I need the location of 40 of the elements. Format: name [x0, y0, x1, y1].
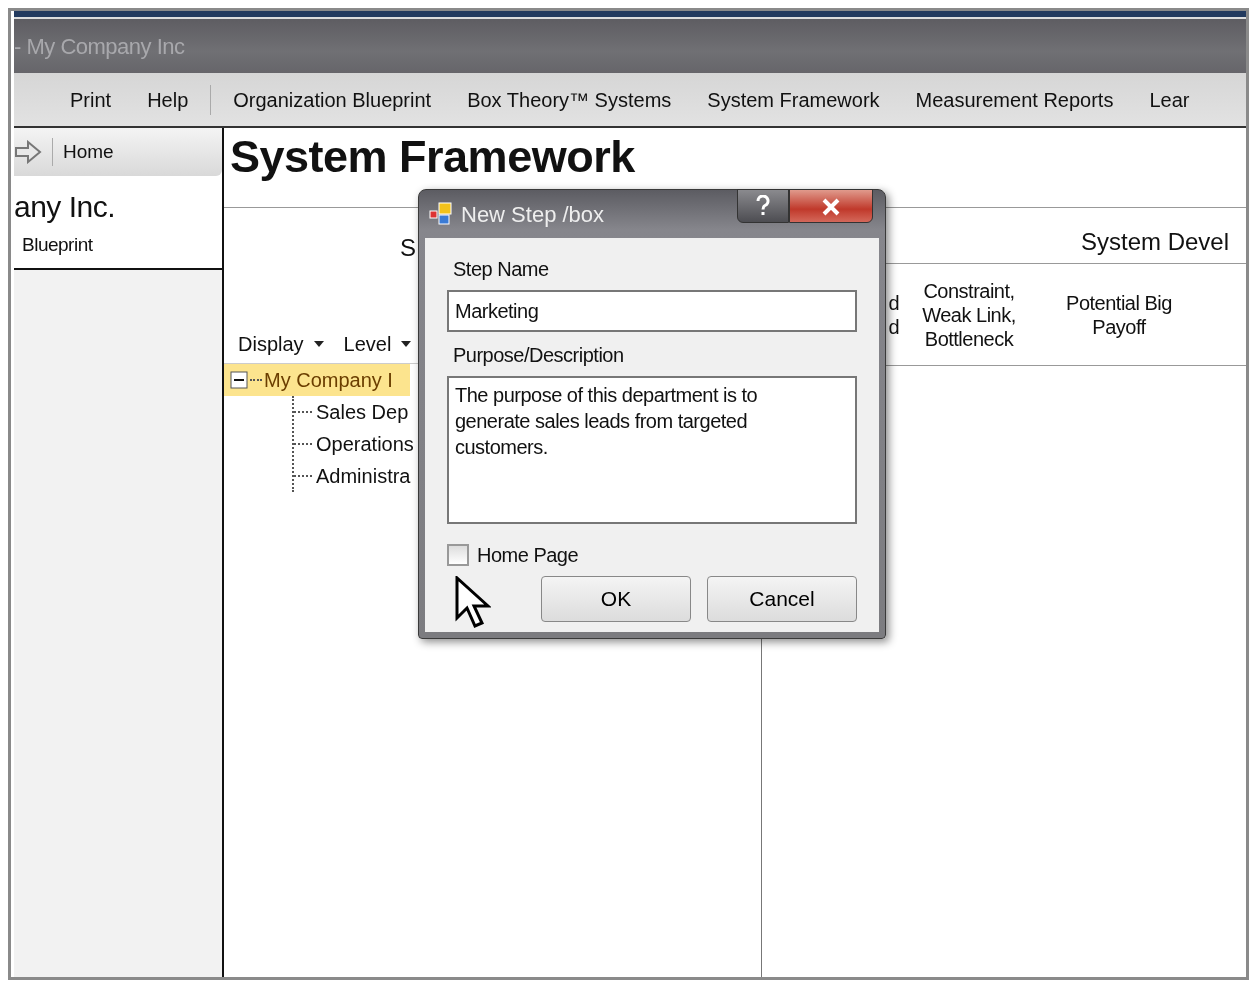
checkbox[interactable]	[447, 544, 469, 566]
collapse-icon[interactable]	[230, 371, 248, 389]
menu-item[interactable]: Lear	[1131, 84, 1208, 115]
checkbox-label: Home Page	[477, 543, 579, 568]
menu-item[interactable]: Help	[129, 84, 207, 115]
close-button[interactable]	[789, 189, 873, 223]
tree-item[interactable]: Operations	[316, 429, 414, 459]
text-area[interactable]: The purpose of this department is to generate sales leads from targeted customers.	[447, 376, 857, 524]
section-heading: S	[400, 234, 416, 261]
column-header: d d	[887, 290, 899, 339]
ok-button[interactable]: OK	[541, 576, 691, 622]
page-title: System Framework	[230, 131, 635, 182]
dropdown-label[interactable]: Level	[343, 328, 392, 359]
menu-item[interactable]: System Framework	[689, 84, 898, 115]
home-link[interactable]: Home	[63, 137, 114, 167]
section-heading: System Devel	[1081, 228, 1230, 255]
caret-icon[interactable]	[401, 340, 412, 347]
close-icon	[821, 198, 841, 217]
menu-item[interactable]: Organization Blueprint	[215, 84, 450, 115]
field-label: Step Name	[453, 257, 550, 282]
dialog-title: New Step /box	[461, 200, 605, 229]
dropdown-label[interactable]: Display	[238, 328, 304, 359]
arrow-icon[interactable]	[14, 140, 42, 164]
field-label: Purpose/Description	[453, 343, 625, 368]
menu-item[interactable]: Measurement Reports	[897, 84, 1132, 115]
caret-icon[interactable]	[313, 340, 324, 347]
help-button[interactable]	[737, 189, 789, 223]
cancel-button[interactable]: Cancel	[707, 576, 857, 622]
tree-item[interactable]: Administra	[316, 461, 411, 491]
input-field[interactable]: Marketing	[447, 290, 857, 332]
window-title: - My Company Inc	[14, 32, 185, 61]
company-name: any Inc.	[14, 190, 117, 223]
column-header: Potential Big Payoff	[1065, 290, 1173, 339]
menu-item[interactable]: Print	[52, 84, 130, 115]
app-icon	[429, 202, 453, 226]
question-icon	[756, 195, 770, 218]
column-header: Constraint, Weak Link, Bottleneck	[921, 278, 1017, 351]
subtitle: Blueprint	[21, 233, 94, 257]
menu-item[interactable]: Box Theory™ Systems	[449, 84, 690, 115]
tree-item[interactable]: Sales Dep	[316, 397, 409, 427]
